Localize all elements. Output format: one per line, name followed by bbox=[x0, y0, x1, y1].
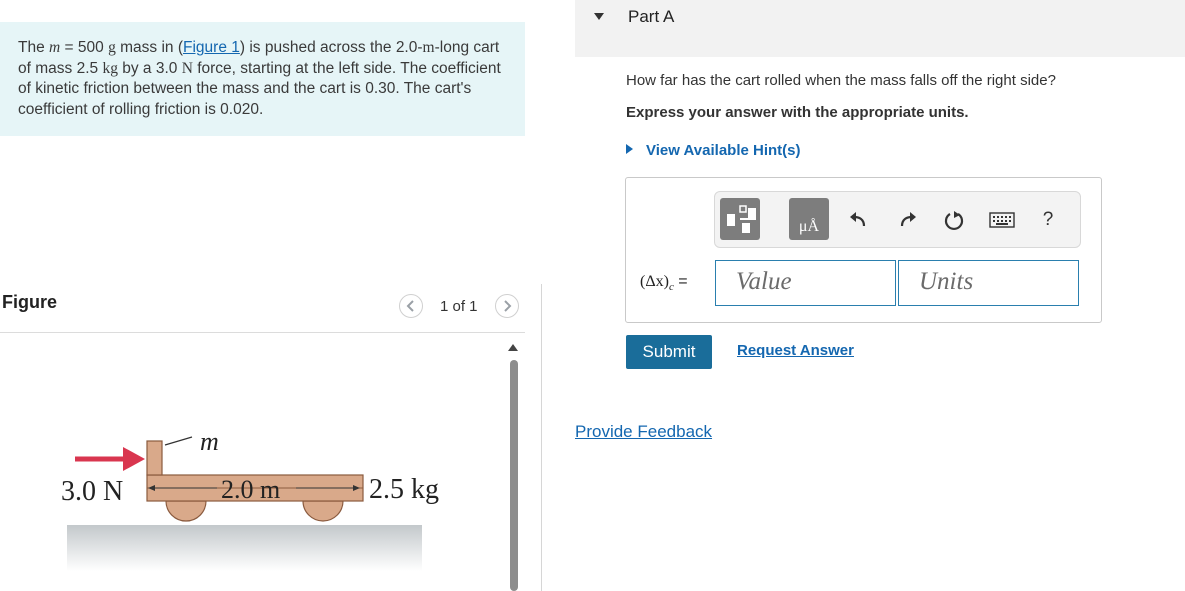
cart-mass-label: 2.5 kg bbox=[369, 474, 439, 505]
unit-n: N bbox=[181, 59, 193, 77]
problem-text: The bbox=[18, 39, 50, 56]
problem-text: ) is pushed across the 2.0- bbox=[239, 39, 423, 56]
view-hints-link[interactable]: View Available Hint(s) bbox=[646, 142, 801, 159]
unit-m: m bbox=[422, 39, 435, 56]
unit-g: g bbox=[108, 39, 116, 56]
answer-label-main: (Δx) bbox=[640, 273, 669, 290]
prev-figure-button[interactable] bbox=[399, 294, 423, 318]
request-answer-link[interactable]: Request Answer bbox=[737, 342, 854, 359]
ground bbox=[67, 525, 422, 571]
keyboard-icon[interactable] bbox=[988, 208, 1016, 232]
chevron-right-icon bbox=[504, 300, 512, 312]
force-arrow-icon bbox=[123, 447, 145, 471]
submit-button[interactable]: Submit bbox=[626, 335, 712, 369]
part-a-title[interactable]: Part A bbox=[628, 7, 674, 27]
answer-label-eq: = bbox=[673, 273, 688, 290]
problem-text: = 500 bbox=[60, 39, 109, 56]
units-input[interactable]: Units bbox=[898, 260, 1079, 306]
force-label: 3.0 N bbox=[61, 476, 123, 507]
undo-icon[interactable] bbox=[847, 208, 869, 232]
unit-kg: kg bbox=[102, 59, 118, 77]
redo-icon[interactable] bbox=[897, 208, 919, 232]
instruction-text: Express your answer with the appropriate… bbox=[626, 104, 969, 121]
problem-statement: The m = 500 g mass in (Figure 1) is push… bbox=[0, 22, 525, 136]
provide-feedback-link[interactable]: Provide Feedback bbox=[575, 422, 712, 442]
mass-label: m bbox=[200, 427, 219, 456]
figure-link[interactable]: Figure 1 bbox=[183, 39, 240, 56]
page-indicator: 1 of 1 bbox=[440, 298, 478, 315]
mass-block bbox=[146, 440, 163, 476]
problem-text: by a 3.0 bbox=[117, 59, 182, 77]
templates-button[interactable] bbox=[720, 198, 760, 240]
chevron-left-icon bbox=[406, 300, 414, 312]
figure-illustration: 3.0 N m 2.0 m 2.5 kg bbox=[61, 427, 439, 571]
reset-icon[interactable] bbox=[943, 208, 965, 232]
figure-scrollbar-thumb[interactable] bbox=[510, 360, 518, 591]
cart-wheel-right bbox=[302, 500, 344, 522]
value-input[interactable]: Value bbox=[715, 260, 896, 306]
problem-text: mass in ( bbox=[115, 39, 183, 56]
scroll-up-icon[interactable] bbox=[508, 344, 518, 351]
help-icon[interactable]: ? bbox=[1037, 208, 1059, 232]
caret-right-icon[interactable] bbox=[626, 144, 633, 154]
length-label: 2.0 m bbox=[221, 475, 280, 504]
column-divider bbox=[541, 284, 542, 591]
mass-symbol: m bbox=[49, 39, 61, 56]
next-figure-button[interactable] bbox=[495, 294, 519, 318]
figure-heading: Figure bbox=[2, 292, 58, 312]
templates-icon bbox=[727, 205, 756, 233]
question-text: How far has the cart rolled when the mas… bbox=[626, 72, 1056, 89]
caret-down-icon[interactable] bbox=[594, 13, 604, 20]
cart-wheel-left bbox=[165, 500, 207, 522]
symbols-button[interactable]: μÅ bbox=[789, 198, 829, 240]
answer-variable-label: (Δx)c = bbox=[640, 273, 688, 293]
